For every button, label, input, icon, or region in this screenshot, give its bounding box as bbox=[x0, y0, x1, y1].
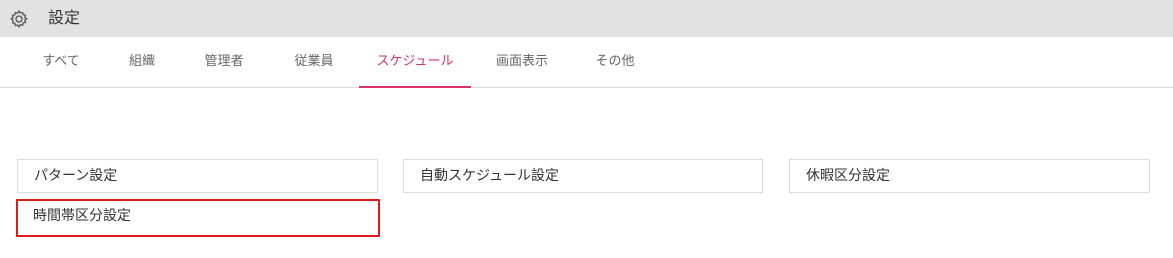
tab-organization[interactable]: 組織 bbox=[112, 37, 172, 87]
time-slot-category-settings-button[interactable]: 時間帯区分設定 bbox=[16, 199, 380, 237]
gear-icon bbox=[9, 9, 28, 29]
tab-other[interactable]: その他 bbox=[584, 37, 646, 87]
pattern-settings-button[interactable]: パターン設定 bbox=[17, 159, 378, 193]
tab-schedule[interactable]: スケジュール bbox=[359, 37, 471, 88]
tab-bar: すべて 組織 管理者 従業員 スケジュール 画面表示 その他 bbox=[0, 37, 1173, 88]
leave-category-settings-button[interactable]: 休暇区分設定 bbox=[789, 159, 1150, 193]
tab-all[interactable]: すべて bbox=[30, 37, 92, 87]
tab-admin[interactable]: 管理者 bbox=[190, 37, 258, 87]
page-title: 設定 bbox=[48, 8, 81, 27]
tab-display[interactable]: 画面表示 bbox=[483, 37, 561, 87]
tab-employee[interactable]: 従業員 bbox=[280, 37, 348, 87]
page-header: 設定 bbox=[0, 0, 1173, 37]
auto-schedule-settings-button[interactable]: 自動スケジュール設定 bbox=[403, 159, 763, 193]
